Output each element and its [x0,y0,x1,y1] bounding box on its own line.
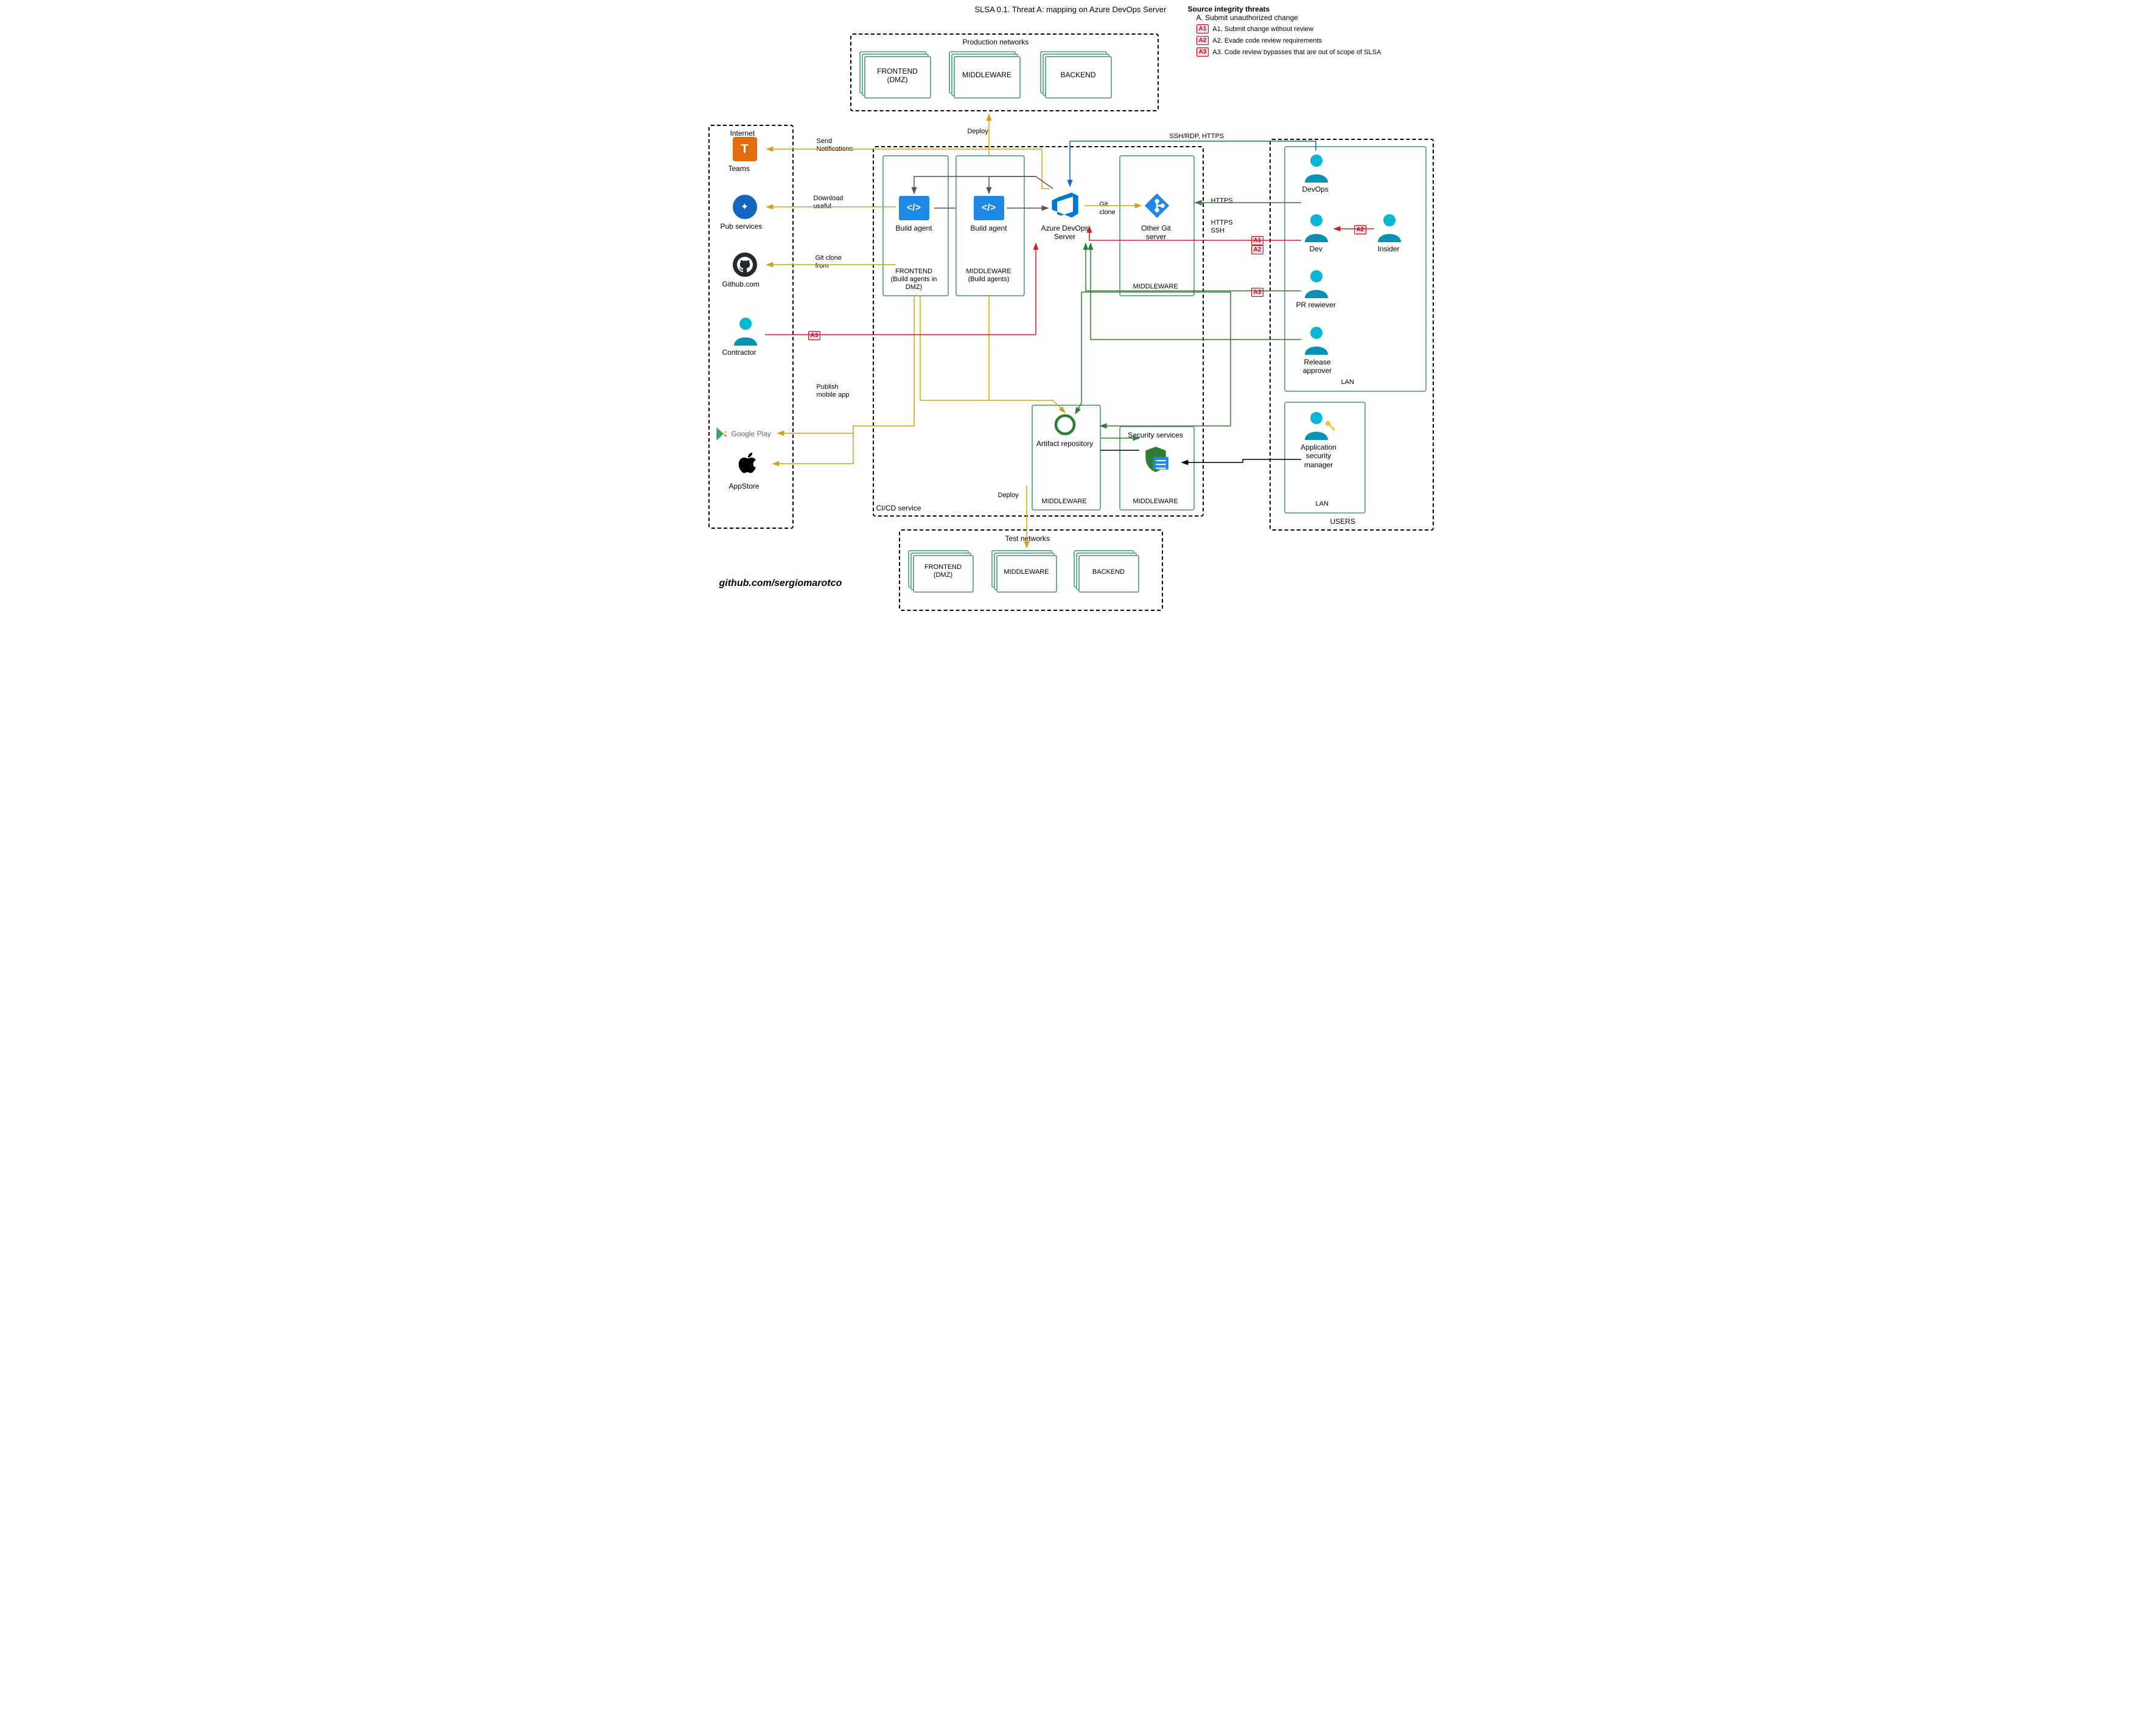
prrev-label: PR rewiever [1296,301,1336,309]
artifact-zone-label: MIDDLEWARE [1042,498,1087,506]
teams-label: Teams [728,164,750,173]
test-middleware: MIDDLEWARE [996,555,1057,593]
attribution-text: github.com/sergiomarotco [719,578,842,589]
pub-services-label: Pub services [721,222,763,231]
zone-lan-label: LAN [1341,378,1354,386]
artifact-zone [1032,405,1101,511]
threat-badge-a1: A1 [1251,236,1264,245]
diagram-title: SLSA 0.1. Threat A: mapping on Azure Dev… [975,5,1167,14]
threat-badge: A3 [1197,47,1209,57]
test-backend: BACKEND [1078,555,1139,593]
edge-deploy-up: Deploy [968,128,988,136]
prod-frontend: FRONTEND (DMZ) [864,56,931,99]
edge-gitclone: Git clone [1100,201,1116,217]
threat-badge-a3: A3 [808,331,821,340]
zone-lan2-label: LAN [1316,500,1329,508]
tier-label: FRONTEND (DMZ) [864,67,931,85]
threat-badge: A2 [1197,36,1209,45]
threat-badge-a3: A3 [1251,288,1264,297]
edge-download: Download useful [814,195,844,211]
zone-test-label: Test networks [1005,534,1050,543]
azdo-label: Azure DevOps Server [1035,224,1095,242]
contractor-label: Contractor [722,348,756,357]
legend-item: A3A3. Code review bypasses that are out … [1197,47,1382,57]
security-zone-label: MIDDLEWARE [1133,498,1178,506]
insider-label: Insider [1378,245,1400,253]
edge-publish: Publish mobile app [817,383,850,399]
edge-send-notif: Send Notifications [817,138,853,153]
github-label: Github.com [722,280,760,288]
build-agent-label: Build agent [896,224,932,232]
security-label: Security services [1124,431,1187,439]
artifact-label: Artifact repository [1036,439,1094,448]
tier-label: BACKEND [1078,568,1139,576]
teams-icon: T [733,137,757,161]
zone-cicd-label: CI/CD service [876,504,921,512]
tier-label: MIDDLEWARE [996,568,1057,576]
legend-text: A2. Evade code review requirements [1212,37,1322,44]
tier-label: MIDDLEWARE [954,71,1021,79]
legend-item: A1A1. Submit change without review [1197,24,1382,33]
legend-sub: A. Submit unauthorized change [1197,13,1382,22]
build-agent-icon: </> [899,196,929,220]
zone-lan-top [1284,146,1427,392]
legend-heading: Source integrity threats [1188,5,1382,13]
legend-item: A2A2. Evade code review requirements [1197,36,1382,45]
threat-badge: A1 [1197,24,1209,33]
frontend-build-label: FRONTEND (Build agents in DMZ) [884,268,945,292]
test-frontend: FRONTEND (DMZ) [913,555,974,593]
build-agent-icon: </> [974,196,1004,220]
dev-label: Dev [1310,245,1322,253]
edge-https-ssh: HTTPS SSH [1211,219,1233,235]
othergit-label: Other Git server [1133,224,1179,242]
pub-services-icon: ✦ [733,195,757,219]
build-agent-label: Build agent [971,224,1007,232]
github-icon [733,253,757,277]
middleware-build-label: MIDDLEWARE (Build agents) [958,268,1020,284]
devops-label: DevOps [1302,185,1329,193]
threat-badge-a2: A2 [1251,245,1264,254]
appsec-label: Application security manager [1298,443,1340,469]
tier-label: BACKEND [1045,71,1112,79]
zone-internet [708,125,794,529]
appstore-label: AppStore [729,482,760,490]
threat-badge-a2: A2 [1354,225,1367,234]
edge-deploy-down: Deploy [998,492,1019,500]
tier-label: FRONTEND (DMZ) [913,563,974,579]
edge-sshrdp: SSH/RDP, HTTPS [1170,133,1224,141]
legend-text: A1. Submit change without review [1212,26,1313,33]
legend: Source integrity threats A. Submit unaut… [1188,5,1382,59]
prod-backend: BACKEND [1045,56,1112,99]
google-play-label: Google Play [732,430,771,438]
diagram-canvas: SLSA 0.1. Threat A: mapping on Azure Dev… [695,0,1444,618]
edge-gitclone-from: Git clone from [816,254,842,270]
edge-https: HTTPS [1211,197,1233,205]
othergit-zone-label: MIDDLEWARE [1133,283,1178,291]
release-label: Release approver [1302,358,1333,375]
prod-middleware: MIDDLEWARE [954,56,1021,99]
zone-production-label: Production networks [963,38,1029,46]
legend-text: A3. Code review bypasses that are out of… [1212,49,1381,56]
zone-users-label: USERS [1330,517,1355,526]
